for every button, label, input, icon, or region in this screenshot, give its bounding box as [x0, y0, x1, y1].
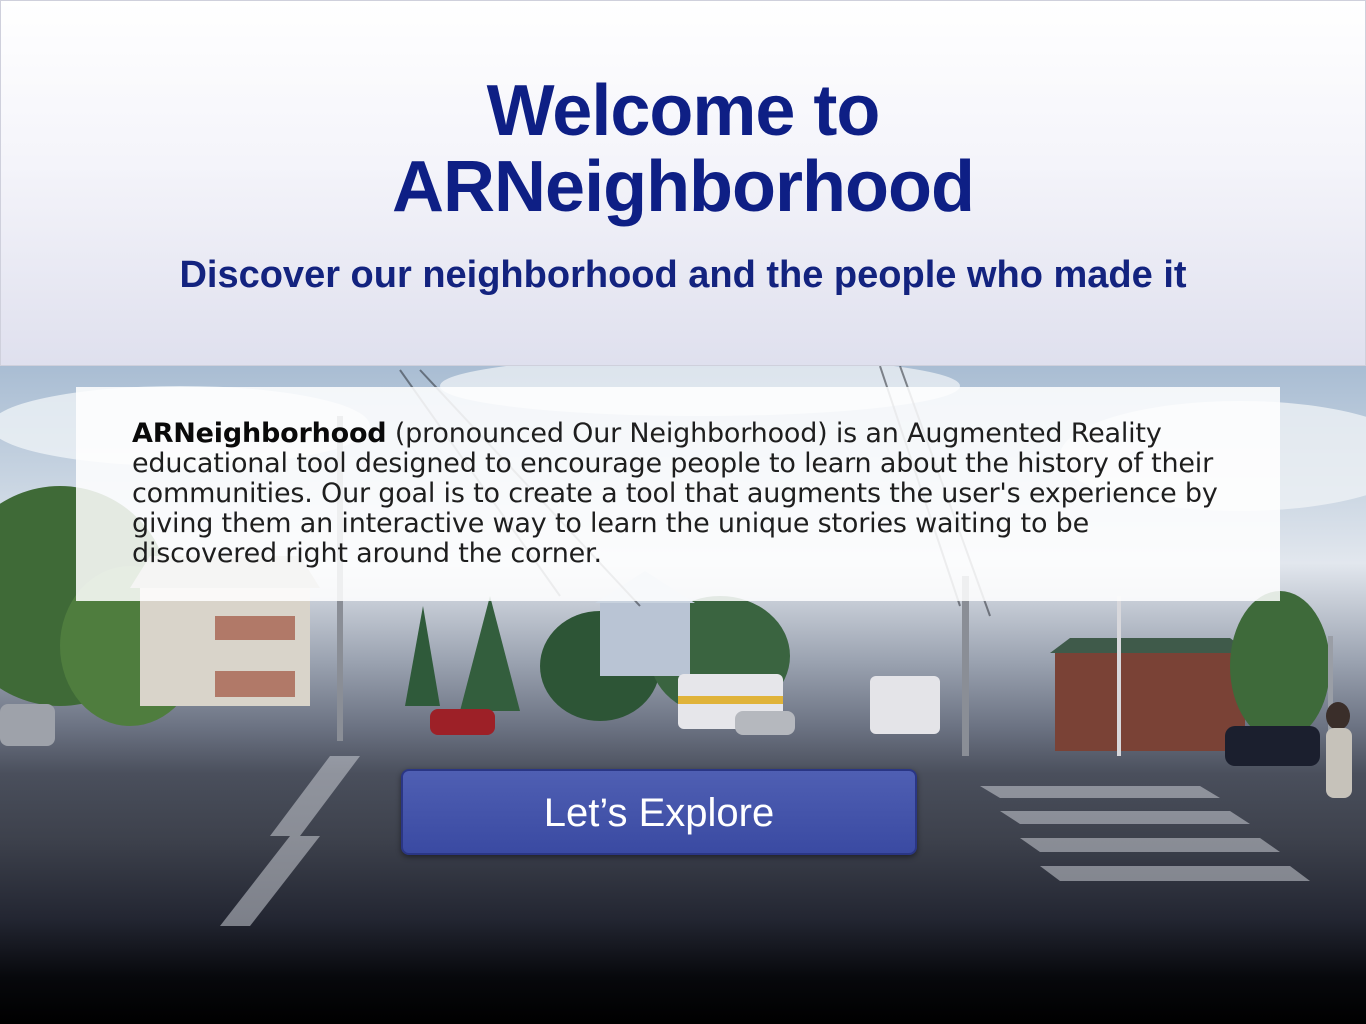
page-subtitle: Discover our neighborhood and the people…: [179, 254, 1187, 296]
hero-header: Welcome to ARNeighborhood Discover our n…: [0, 0, 1366, 366]
title-line-2: ARNeighborhood: [392, 147, 975, 227]
about-panel: ARNeighborhood (pronounced Our Neighborh…: [76, 387, 1280, 601]
title-line-1: Welcome to: [486, 71, 881, 151]
lets-explore-button[interactable]: Let’s Explore: [401, 769, 917, 855]
page-title: Welcome to ARNeighborhood: [1, 73, 1365, 225]
about-description: ARNeighborhood (pronounced Our Neighborh…: [132, 419, 1224, 569]
about-app-name: ARNeighborhood: [132, 418, 387, 449]
